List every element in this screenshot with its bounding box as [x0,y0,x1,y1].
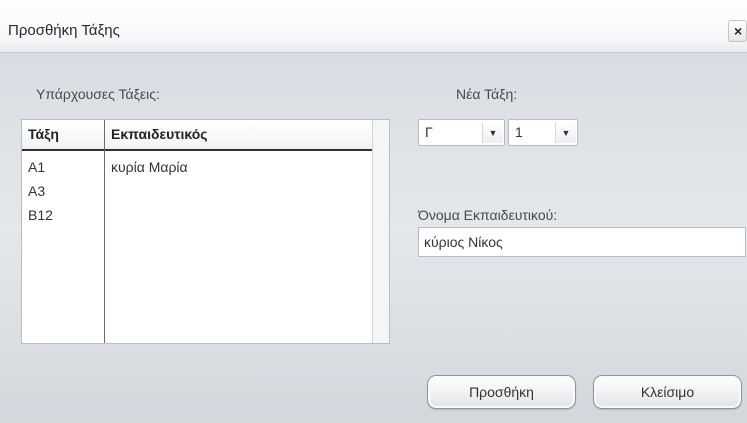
title-bar: Προσθήκη Τάξης × [0,0,747,53]
list-scrollbar[interactable] [372,120,389,343]
class-number-value: 1 [515,124,523,140]
teacher-name-label: Όνομα Εκπαιδευτικού: [418,207,558,223]
column-divider [104,120,105,343]
add-button[interactable]: Προσθήκη [427,375,576,409]
list-item[interactable]: A3 [22,179,372,203]
class-cell: A3 [28,183,46,199]
add-class-dialog: Προσθήκη Τάξης × Υπάρχουσες Τάξεις: Τάξη… [0,0,747,423]
dialog-title: Προσθήκη Τάξης [8,22,120,39]
list-header: Τάξη Εκπαιδευτικός [22,120,372,151]
existing-classes-list[interactable]: Τάξη Εκπαιδευτικός A1 κυρία Μαρία A3 B12 [21,119,390,344]
class-number-select[interactable]: 1 ▼ [508,119,578,146]
column-header-class[interactable]: Τάξη [28,126,59,142]
teacher-cell: κυρία Μαρία [111,159,188,175]
close-icon[interactable]: × [728,20,747,42]
list-item[interactable]: A1 κυρία Μαρία [22,155,372,179]
class-cell: B12 [28,207,53,223]
list-item[interactable]: B12 [22,203,372,227]
column-header-teacher[interactable]: Εκπαιδευτικός [111,126,208,142]
class-letter-select[interactable]: Γ ▼ [418,119,505,146]
chevron-down-icon[interactable]: ▼ [482,122,503,143]
class-letter-value: Γ [425,124,433,140]
teacher-name-input[interactable]: κύριος Νίκος [418,227,746,257]
close-button[interactable]: Κλείσιμο [593,375,742,409]
existing-classes-label: Υπάρχουσες Τάξεις: [36,86,160,102]
teacher-name-value: κύριος Νίκος [424,234,503,250]
new-class-label: Νέα Τάξη: [456,86,518,102]
class-cell: A1 [28,159,46,175]
chevron-down-icon[interactable]: ▼ [555,122,576,143]
